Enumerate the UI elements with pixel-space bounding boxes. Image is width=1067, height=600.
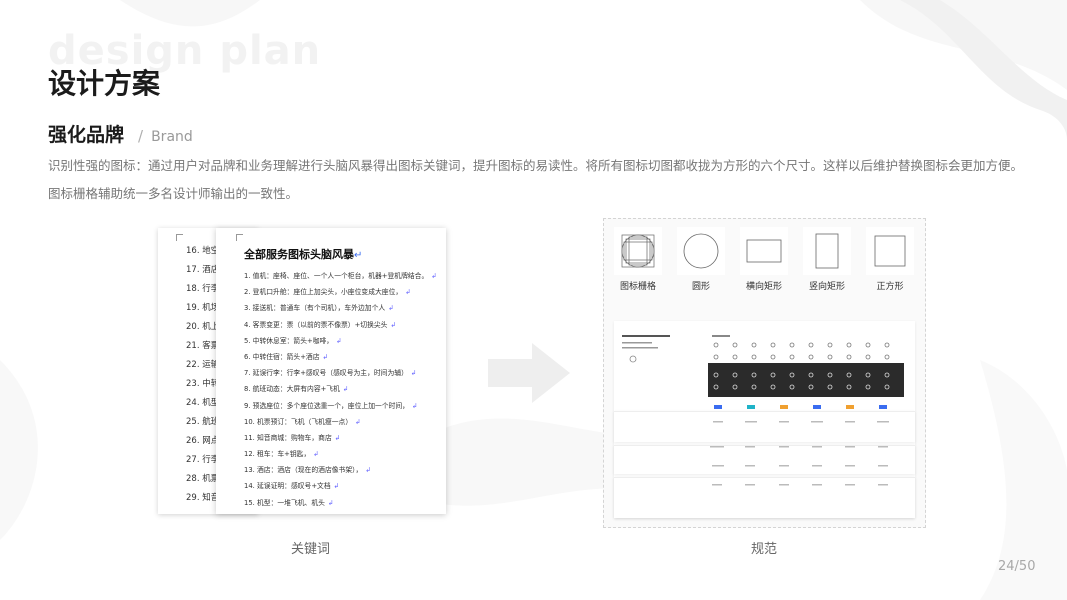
icon-grid-icon bbox=[614, 227, 662, 275]
return-mark-icon: ↲ bbox=[405, 288, 411, 297]
keyline-shape-vertical-rect: 竖向矩形 bbox=[803, 227, 851, 292]
return-mark-icon: ↲ bbox=[355, 417, 361, 426]
shape-label: 横向矩形 bbox=[745, 282, 782, 292]
document-heading-text: 全部服务图标头脑风暴 bbox=[244, 248, 354, 261]
brainstorm-item-text: 8. 航班动态：大屏有内容+飞机 bbox=[244, 385, 340, 394]
brainstorm-list-item: 7. 延误行李：行李+感叹号（感叹号为主，时间为辅） ↲ bbox=[244, 365, 446, 381]
document-front-page: 全部服务图标头脑风暴↵ 1. 值机：座椅、座位、一个人一个柜台，机器+登机牌结合… bbox=[216, 228, 446, 514]
brainstorm-item-text: 15. 机型：一堆飞机、机头 bbox=[244, 498, 325, 507]
keyline-shape-square: 正方形 bbox=[866, 227, 914, 292]
page-corner-mark bbox=[236, 234, 243, 241]
keyline-shape-circle: 圆形 bbox=[677, 227, 725, 292]
return-mark-icon: ↲ bbox=[334, 433, 341, 442]
shape-label: 图标栅格 bbox=[619, 282, 656, 292]
horizontal-rect-icon bbox=[740, 227, 788, 275]
section-description: 识别性强的图标：通过用户对品牌和业务理解进行头脑风暴得出图标关键词，提升图标的易… bbox=[48, 158, 1024, 201]
subtitle-separator: / bbox=[138, 127, 144, 145]
spec-sheet-drawing bbox=[622, 335, 904, 486]
brainstorm-item-text: 5. 中转休息室：箭头+咖啡， bbox=[244, 336, 334, 345]
return-mark-icon: ↲ bbox=[365, 466, 372, 475]
brainstorm-item-text: 14. 延误证明：感叹号+文档 bbox=[244, 482, 331, 491]
icon-spec-screens bbox=[614, 321, 915, 518]
brainstorm-item-text: 4. 客票变更：票（以前的票不像票）+切换尖头 bbox=[244, 320, 388, 329]
brainstorm-item-text: 3. 接送机：普通车（有个司机），车外边加个人 bbox=[244, 304, 386, 313]
brainstorm-list-item: 4. 客票变更：票（以前的票不像票）+切换尖头 ↲ bbox=[244, 317, 446, 333]
brainstorm-item-text: 2. 登机口升舱：座位上加尖头，小座位变成大座位， bbox=[244, 288, 403, 297]
circle-icon bbox=[677, 227, 725, 275]
brainstorm-list-item: 12. 租车：车+钥匙， ↲ bbox=[244, 446, 446, 462]
page-number: 24/50 bbox=[998, 559, 1036, 574]
return-mark-icon: ↲ bbox=[388, 304, 394, 313]
keywords-document-preview: 16. 地空 17. 酒店 18. 行李 19. 机场 20. 机上 21. 客票 22. … bbox=[158, 228, 448, 516]
brainstorm-item-text: 13. 酒店：酒店（现在的酒店像书架）， bbox=[244, 466, 363, 475]
document-heading: 全部服务图标头脑风暴↵ bbox=[216, 228, 446, 262]
section-subtitle: 强化品牌 / Brand bbox=[48, 120, 193, 147]
return-mark-icon: ↲ bbox=[342, 385, 349, 394]
brainstorm-list-item: 14. 延误证明：感叹号+文档 ↲ bbox=[244, 478, 446, 494]
brainstorm-list-item: 8. 航班动态：大屏有内容+飞机 ↲ bbox=[244, 381, 446, 397]
brainstorm-list: 1. 值机：座椅、座位、一个人一个柜台，机器+登机牌结合。 ↲ 2. 登机口升舱：座… bbox=[216, 268, 446, 514]
keyline-shapes-row: 图标栅格 圆形 横向矩形 竖向矩形 正方形 bbox=[614, 227, 914, 292]
keyline-shape-horizontal-rect: 横向矩形 bbox=[740, 227, 788, 292]
return-mark-icon: ↲ bbox=[431, 272, 437, 280]
subtitle-chinese: 强化品牌 bbox=[48, 124, 125, 146]
spec-panel: 图标栅格 圆形 横向矩形 竖向矩形 正方形 bbox=[603, 218, 926, 528]
brainstorm-item-text: 10. 机票预订：飞机（飞机瘦一点） bbox=[244, 417, 353, 426]
shape-label: 正方形 bbox=[876, 282, 904, 292]
return-mark-icon: ↵ bbox=[354, 250, 363, 261]
keyline-shape-icon-grid: 图标栅格 bbox=[614, 227, 662, 292]
brainstorm-list-item: 11. 知音商城：购物车，商店 ↲ bbox=[244, 430, 446, 446]
subtitle-english: Brand bbox=[151, 129, 193, 145]
return-mark-icon: ↲ bbox=[410, 369, 417, 378]
shape-label: 圆形 bbox=[691, 282, 710, 292]
return-mark-icon: ↲ bbox=[327, 498, 334, 507]
return-mark-icon: ↲ bbox=[336, 336, 342, 345]
brainstorm-list-item: 3. 接送机：普通车（有个司机），车外边加个人 ↲ bbox=[244, 300, 446, 316]
brainstorm-item-text: 11. 知音商城：购物车，商店 bbox=[244, 433, 332, 442]
brainstorm-item-text: 6. 中转住宿：箭头+酒店 bbox=[244, 352, 320, 361]
brainstorm-list-item: 5. 中转休息室：箭头+咖啡， ↲ bbox=[244, 333, 446, 349]
square-icon bbox=[866, 227, 914, 275]
brainstorm-item-text: 1. 值机：座椅、座位、一个人一个柜台，机器+登机牌结合。 bbox=[244, 272, 429, 280]
brainstorm-list-item: 6. 中转住宿：箭头+酒店 ↲ bbox=[244, 349, 446, 365]
brainstorm-list-item: 13. 酒店：酒店（现在的酒店像书架）， ↲ bbox=[244, 462, 446, 478]
brainstorm-item-text: 12. 租车：车+钥匙， bbox=[244, 450, 311, 459]
return-mark-icon: ↲ bbox=[322, 352, 329, 361]
return-mark-icon: ↲ bbox=[313, 450, 319, 459]
brainstorm-list-item: 1. 值机：座椅、座位、一个人一个柜台，机器+登机牌结合。 ↲ bbox=[244, 268, 446, 284]
page-title: 设计方案 bbox=[48, 67, 161, 100]
return-mark-icon: ↲ bbox=[411, 401, 418, 410]
arrow-right-icon bbox=[488, 343, 570, 403]
caption-keywords: 关键词 bbox=[291, 542, 331, 557]
caption-spec: 规范 bbox=[751, 542, 778, 557]
vertical-rect-icon bbox=[803, 227, 851, 275]
brainstorm-list-item: 16. 延航专车：FC 专用车+车↲ bbox=[244, 511, 446, 514]
brainstorm-list-item: 10. 机票预订：飞机（飞机瘦一点） ↲ bbox=[244, 414, 446, 430]
brainstorm-list-item: 9. 预选座位：多个座位选重一个，座位上加一个时间， ↲ bbox=[244, 398, 446, 414]
return-mark-icon: ↲ bbox=[333, 482, 340, 491]
brainstorm-item-text: 7. 延误行李：行李+感叹号（感叹号为主，时间为辅） bbox=[244, 369, 408, 378]
brainstorm-list-item: 15. 机型：一堆飞机、机头 ↲ bbox=[244, 495, 446, 511]
brainstorm-list-item: 2. 登机口升舱：座位上加尖头，小座位变成大座位， ↲ bbox=[244, 284, 446, 300]
brainstorm-item-text: 9. 预选座位：多个座位选重一个，座位上加一个时间， bbox=[244, 401, 409, 410]
return-mark-icon: ↲ bbox=[390, 320, 397, 329]
page-corner-mark bbox=[176, 234, 183, 241]
shape-label: 竖向矩形 bbox=[808, 282, 845, 292]
